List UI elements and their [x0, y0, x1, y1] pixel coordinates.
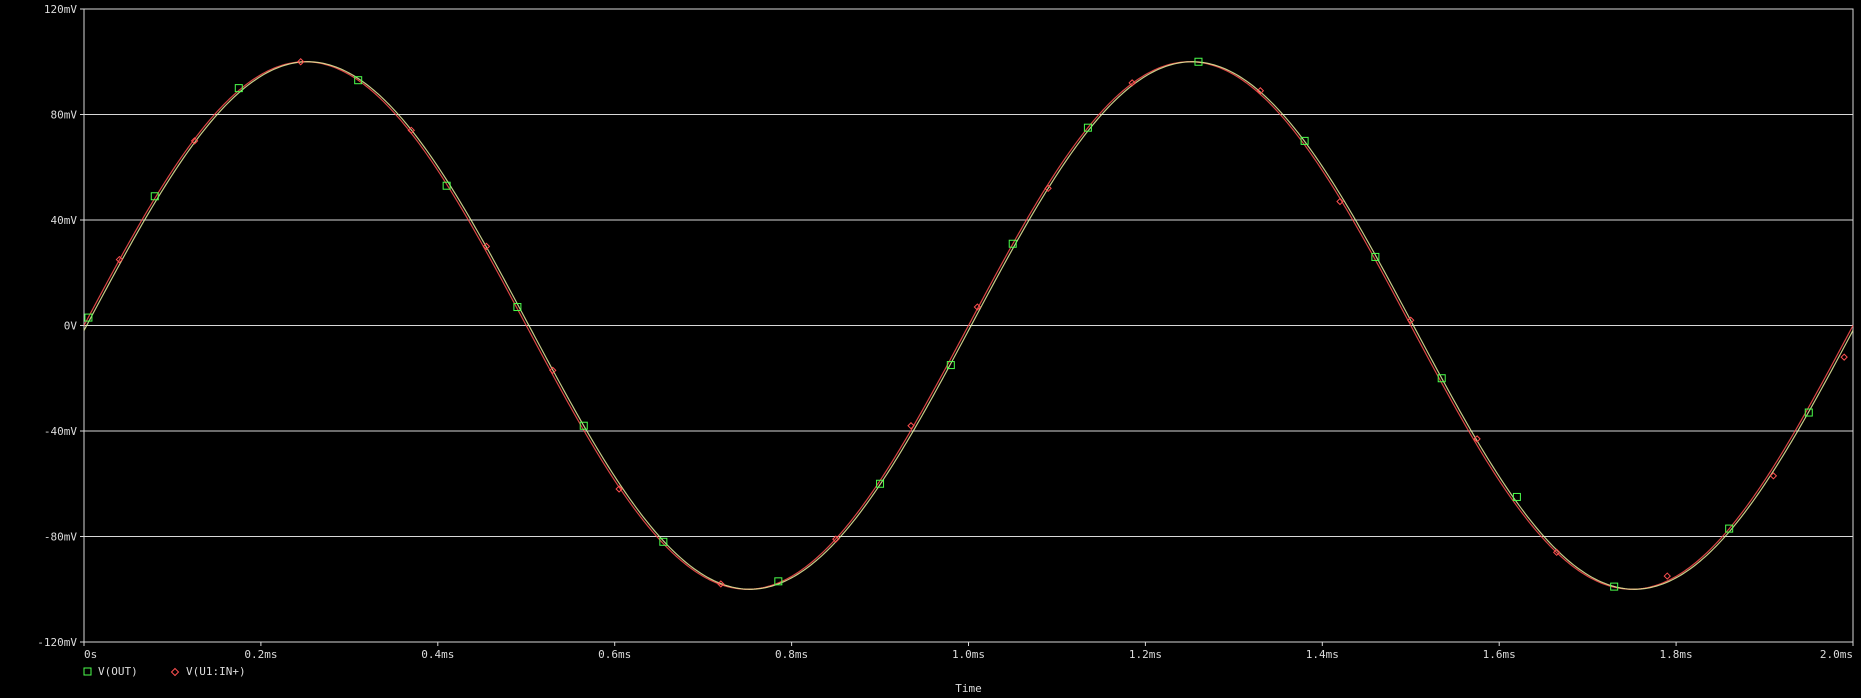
y-tick-label: 40mV — [51, 214, 78, 227]
y-tick-label: 0V — [64, 320, 78, 333]
x-tick-label: 0.4ms — [421, 648, 454, 661]
x-axis-label: Time — [955, 682, 982, 695]
y-tick-label: -40mV — [44, 425, 77, 438]
y-tick-label: -120mV — [37, 636, 77, 649]
x-tick-label: 2.0ms — [1820, 648, 1853, 661]
y-tick-label: 120mV — [44, 3, 77, 16]
x-tick-label: 1.4ms — [1306, 648, 1339, 661]
x-tick-label: 1.6ms — [1483, 648, 1516, 661]
y-tick-label: -80mV — [44, 531, 77, 544]
x-tick-label: 0.2ms — [244, 648, 277, 661]
transient-plot: 120mV 80mV 40mV 0V -40mV -80mV -120mV 0s 0.2ms 0… — [0, 0, 1861, 698]
x-tick-label: 1.2ms — [1129, 648, 1162, 661]
x-tick-label: 0s — [84, 648, 97, 661]
x-tick-label: 0.8ms — [775, 648, 808, 661]
legend-label-vout: V(OUT) — [98, 665, 138, 678]
x-tick-label: 0.6ms — [598, 648, 631, 661]
x-tick-label: 1.8ms — [1660, 648, 1693, 661]
legend-label-vin: V(U1:IN+) — [186, 665, 246, 678]
y-tick-label: 80mV — [51, 109, 78, 122]
x-tick-label: 1.0ms — [952, 648, 985, 661]
